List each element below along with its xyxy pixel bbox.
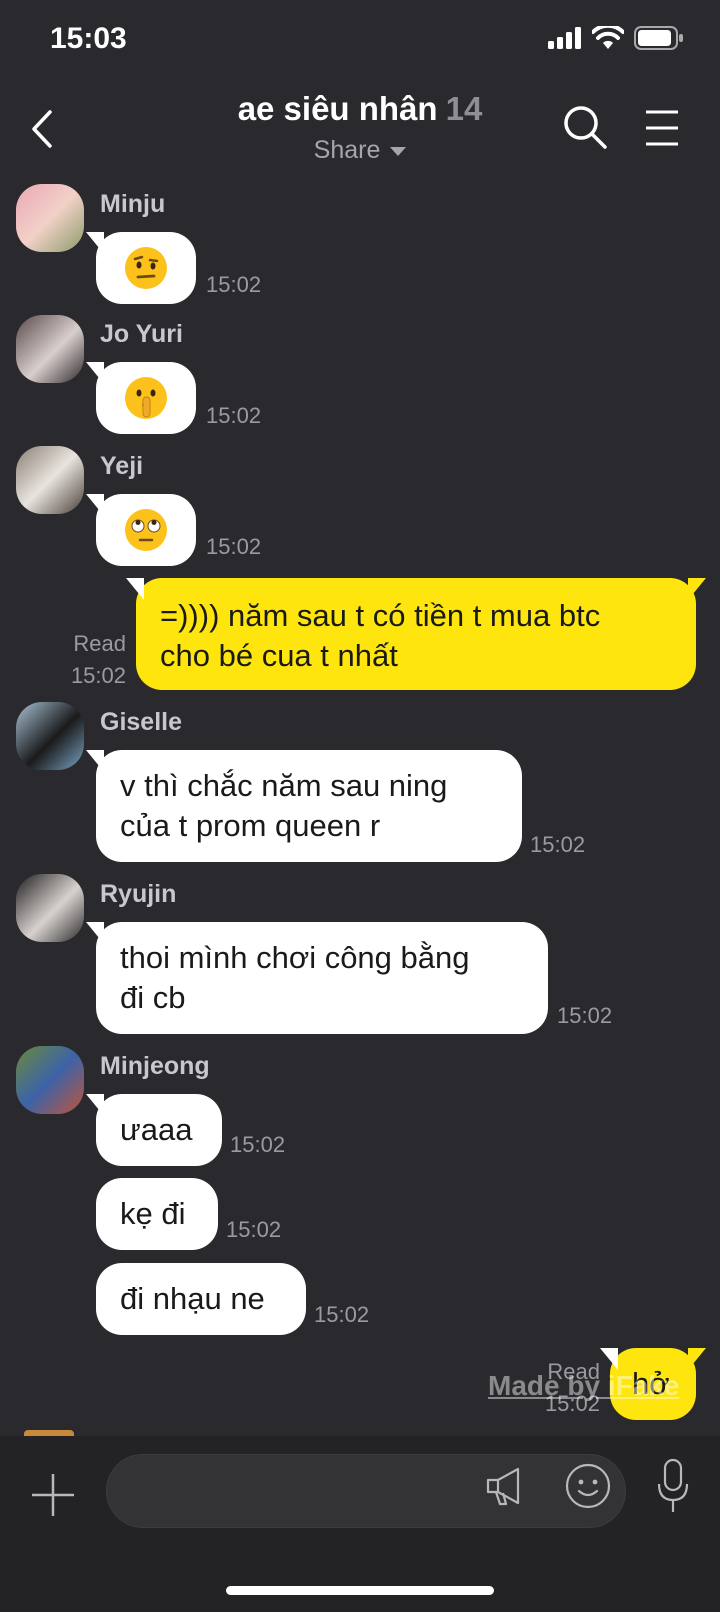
emoji-bubble[interactable] bbox=[86, 494, 196, 566]
status-time: 15:03 bbox=[50, 22, 127, 55]
avatar-minju[interactable] bbox=[16, 184, 84, 252]
status-bar: 15:03 bbox=[0, 0, 720, 80]
avatar-yeji[interactable] bbox=[16, 446, 84, 514]
chat-title-text: ae siêu nhân bbox=[237, 90, 438, 127]
chat-header: ae siêu nhân 14 Share bbox=[0, 80, 720, 180]
raised-eyebrow-emoji-icon bbox=[125, 247, 167, 289]
share-dropdown[interactable]: Share bbox=[0, 136, 720, 165]
home-indicator[interactable] bbox=[226, 1586, 494, 1595]
watermark: Made by iFake bbox=[488, 1370, 680, 1401]
sender-name: Giselle bbox=[100, 708, 182, 736]
message-bubble[interactable]: ưaaa bbox=[86, 1094, 222, 1166]
message-bubble[interactable]: v thì chắc năm sau ning của t prom queen… bbox=[86, 750, 522, 862]
avatar-ryujin[interactable] bbox=[16, 874, 84, 942]
sender-name: Jo Yuri bbox=[100, 320, 183, 348]
read-receipt: Read 15:02 bbox=[40, 628, 126, 692]
status-icons bbox=[548, 26, 684, 50]
message-time: 15:02 bbox=[206, 403, 262, 428]
message-bubble[interactable]: kẹ đi bbox=[96, 1178, 218, 1250]
search-icon[interactable] bbox=[562, 104, 608, 150]
emoji-bubble[interactable] bbox=[86, 362, 196, 434]
signal-icon bbox=[548, 27, 581, 49]
message-composer bbox=[0, 1436, 720, 1612]
sender-name: Ryujin bbox=[100, 880, 177, 908]
megaphone-icon[interactable] bbox=[484, 1464, 528, 1508]
avatar-jo-yuri[interactable] bbox=[16, 315, 84, 383]
message-text: ưaaa bbox=[120, 1112, 193, 1147]
message-time: 15:02 bbox=[230, 1132, 286, 1157]
wifi-icon bbox=[592, 26, 624, 49]
mic-icon[interactable] bbox=[656, 1458, 690, 1514]
smiley-icon[interactable] bbox=[564, 1462, 612, 1510]
avatar-giselle[interactable] bbox=[16, 702, 84, 770]
avatar-minjeong[interactable] bbox=[16, 1046, 84, 1114]
emoji-bubble[interactable] bbox=[86, 232, 196, 304]
message-text: v thì chắc năm sau ning bbox=[120, 768, 448, 803]
message-text: kẹ đi bbox=[120, 1196, 186, 1231]
message-text: đi cb bbox=[120, 980, 186, 1015]
share-label: Share bbox=[313, 136, 381, 164]
message-text: của t prom queen r bbox=[120, 808, 381, 843]
message-time: 15:02 bbox=[206, 272, 262, 297]
caret-down-icon bbox=[390, 146, 407, 156]
read-label: Read bbox=[73, 631, 126, 656]
message-bubble[interactable]: đi nhạu ne bbox=[96, 1263, 306, 1335]
message-input[interactable] bbox=[131, 1455, 475, 1529]
menu-icon[interactable] bbox=[644, 108, 680, 148]
message-text: đi nhạu ne bbox=[120, 1281, 265, 1316]
message-text: =)))) năm sau t có tiền t mua btc bbox=[160, 598, 601, 633]
message-text: cho bé cua t nhất bbox=[160, 638, 398, 673]
sender-name: Yeji bbox=[100, 452, 144, 480]
eye-roll-emoji-icon bbox=[125, 509, 167, 551]
message-time: 15:02 bbox=[557, 1003, 613, 1028]
sender-name: Minju bbox=[100, 190, 166, 218]
message-time: 15:02 bbox=[226, 1217, 282, 1242]
battery-icon bbox=[634, 26, 683, 50]
message-time: 15:02 bbox=[206, 534, 262, 559]
message-time: 15:02 bbox=[70, 663, 126, 688]
my-message-bubble[interactable]: =)))) năm sau t có tiền t mua btc cho bé… bbox=[126, 578, 706, 690]
chat-title[interactable]: ae siêu nhân 14 bbox=[0, 90, 720, 128]
message-time: 15:02 bbox=[530, 832, 586, 857]
member-count: 14 bbox=[445, 90, 483, 127]
message-input-container bbox=[106, 1454, 626, 1529]
message-bubble[interactable]: thoi mình chơi công bằng đi cb bbox=[86, 922, 548, 1034]
plus-icon[interactable] bbox=[30, 1472, 76, 1518]
message-time: 15:02 bbox=[314, 1302, 370, 1327]
sender-name: Minjeong bbox=[100, 1052, 210, 1080]
message-text: thoi mình chơi công bằng bbox=[120, 940, 470, 975]
shushing-face-emoji-icon bbox=[125, 377, 167, 419]
